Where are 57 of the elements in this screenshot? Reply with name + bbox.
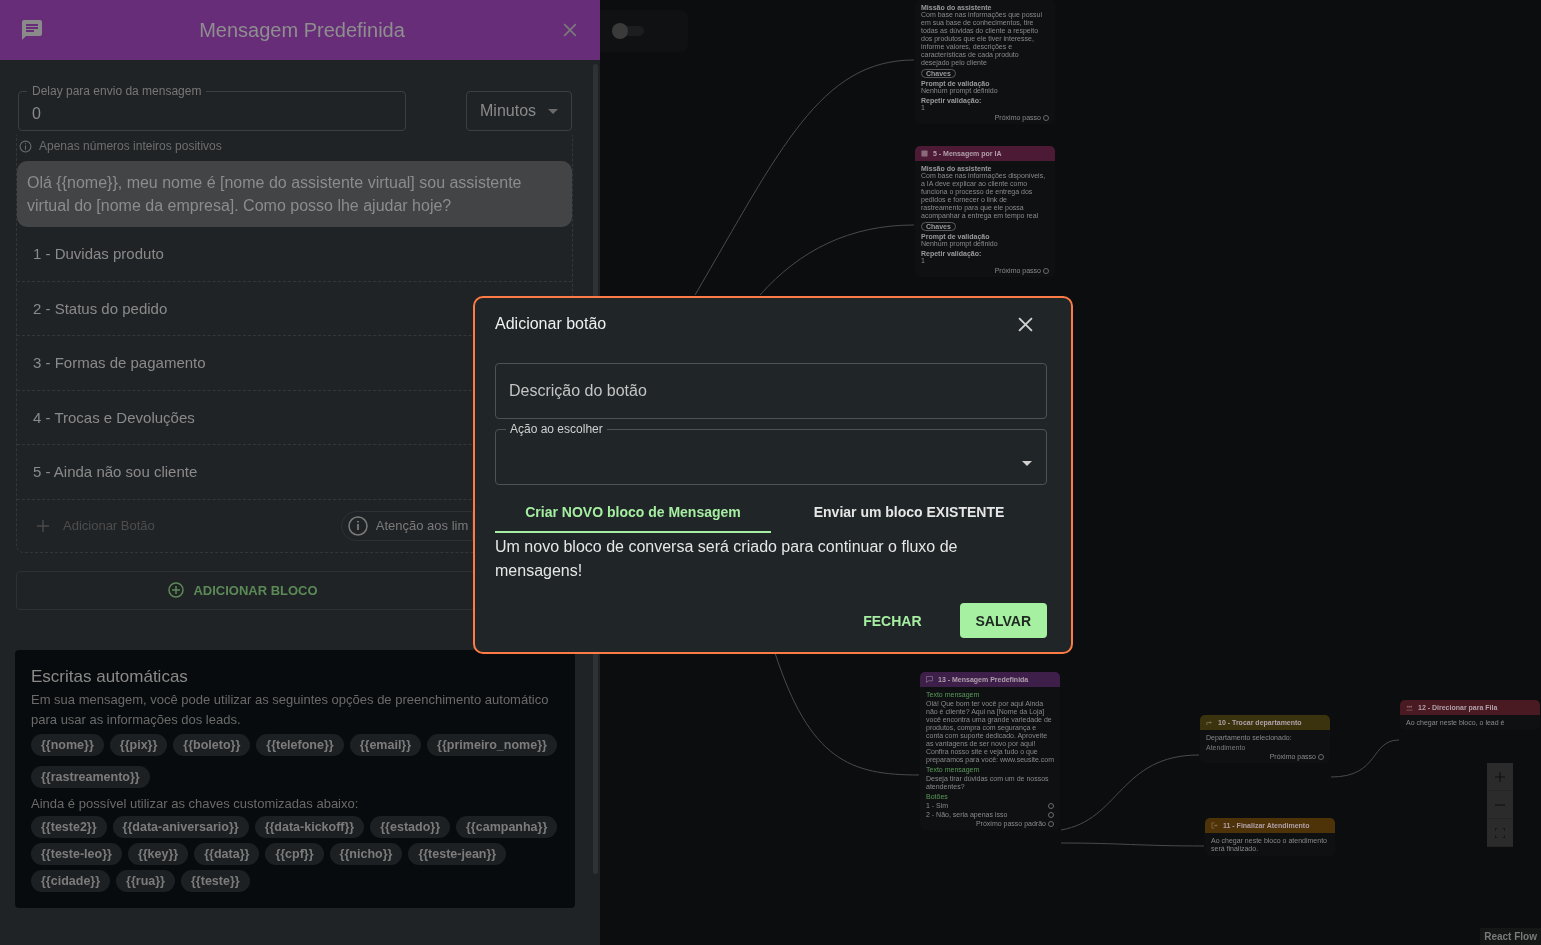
plus-circle-icon: [168, 582, 185, 598]
dialog-tab[interactable]: Criar NOVO bloco de Mensagem: [495, 493, 771, 533]
node-icon: [1406, 704, 1413, 711]
toggle-switch[interactable]: [614, 26, 644, 36]
caret-icon: [548, 108, 558, 114]
unit-select[interactable]: Minutos: [466, 91, 572, 131]
variable-chip[interactable]: {{boleto}}: [173, 733, 251, 756]
variable-chip[interactable]: {{telefone}}: [256, 733, 344, 756]
save-button[interactable]: SALVAR: [959, 603, 1047, 638]
node-icon: [1211, 822, 1218, 829]
section-title: Escritas automáticas: [31, 666, 189, 687]
delay-input-field[interactable]: Delay para envio da mensagem 0: [18, 84, 406, 131]
variable-chip[interactable]: {{cidade}}: [31, 869, 111, 892]
variable-chip[interactable]: {{key}}: [127, 842, 189, 865]
plus-icon: [37, 519, 49, 532]
variable-chip[interactable]: {{cpf}}: [265, 842, 324, 865]
chat-icon: [20, 18, 44, 42]
description-input-field[interactable]: Descrição do botão: [495, 363, 1047, 419]
variable-chip[interactable]: {{data}}: [194, 842, 260, 865]
message-bubble: Olá {{nome}}, meu nome é [nome do assistente virtual] sou assistente virtual do [nome da empresa]. Como posso lhe ajudar hoje?: [17, 161, 572, 227]
variable-chip[interactable]: {{email}}: [349, 733, 422, 756]
dialog-title: Adicionar botão: [495, 315, 607, 333]
variable-chip[interactable]: {{data-aniversario}}: [112, 815, 249, 838]
node-icon: [921, 150, 928, 157]
attribution-link[interactable]: React Flow: [1480, 928, 1541, 945]
info-icon: [347, 515, 368, 536]
variable-chip[interactable]: {{data-kickoff}}: [254, 815, 365, 838]
variable-chip[interactable]: {{primeiro_nome}}: [427, 733, 557, 756]
variable-chip[interactable]: {{teste2}}: [31, 815, 107, 838]
close-icon[interactable]: [1018, 316, 1033, 332]
variable-chip[interactable]: {{nicho}}: [329, 842, 403, 865]
variable-chip[interactable]: {{teste}}: [181, 869, 250, 892]
node-icon: [926, 676, 933, 683]
variable-chip[interactable]: {{rastreamento}}: [31, 765, 150, 788]
variable-chip[interactable]: {{teste-leo}}: [31, 842, 122, 865]
button-option[interactable]: 1 - Duvidas produto: [33, 245, 164, 263]
variable-chip[interactable]: {{teste-jean}}: [408, 842, 507, 865]
variable-chip[interactable]: {{campanha}}: [456, 815, 558, 838]
dialog-tab[interactable]: Enviar um bloco EXISTENTE: [771, 493, 1047, 533]
custom-keys-label: Ainda é possível utilizar as chaves customizadas abaixo:: [31, 794, 360, 813]
variable-chip[interactable]: {{nome}}: [31, 733, 104, 756]
variable-chip[interactable]: {{rua}}: [116, 869, 175, 892]
button-option[interactable]: 5 - Ainda não sou cliente: [33, 463, 198, 481]
section-description: Em sua mensagem, você pode utilizar as seguintes opções de preenchimento automático para usar as informações dos leads.: [31, 690, 550, 729]
button-option[interactable]: 3 - Formas de pagamento: [33, 354, 206, 372]
node-icon: [1206, 719, 1213, 726]
variable-chip[interactable]: {{pix}}: [109, 733, 168, 756]
close-button[interactable]: FECHAR: [847, 603, 938, 638]
edge-line: [1330, 739, 1400, 778]
panel-title: Mensagem Predefinida: [198, 18, 406, 42]
variable-chip[interactable]: {{estado}}: [370, 815, 450, 838]
caret-icon: [1022, 461, 1032, 466]
button-option[interactable]: 2 - Status do pedido: [33, 299, 168, 317]
button-option[interactable]: 4 - Trocas e Devoluções: [33, 408, 195, 426]
action-select[interactable]: Ação ao escolher: [495, 422, 1047, 485]
info-icon: [19, 139, 32, 153]
helper-text: Apenas números inteiros positivos: [39, 139, 222, 153]
